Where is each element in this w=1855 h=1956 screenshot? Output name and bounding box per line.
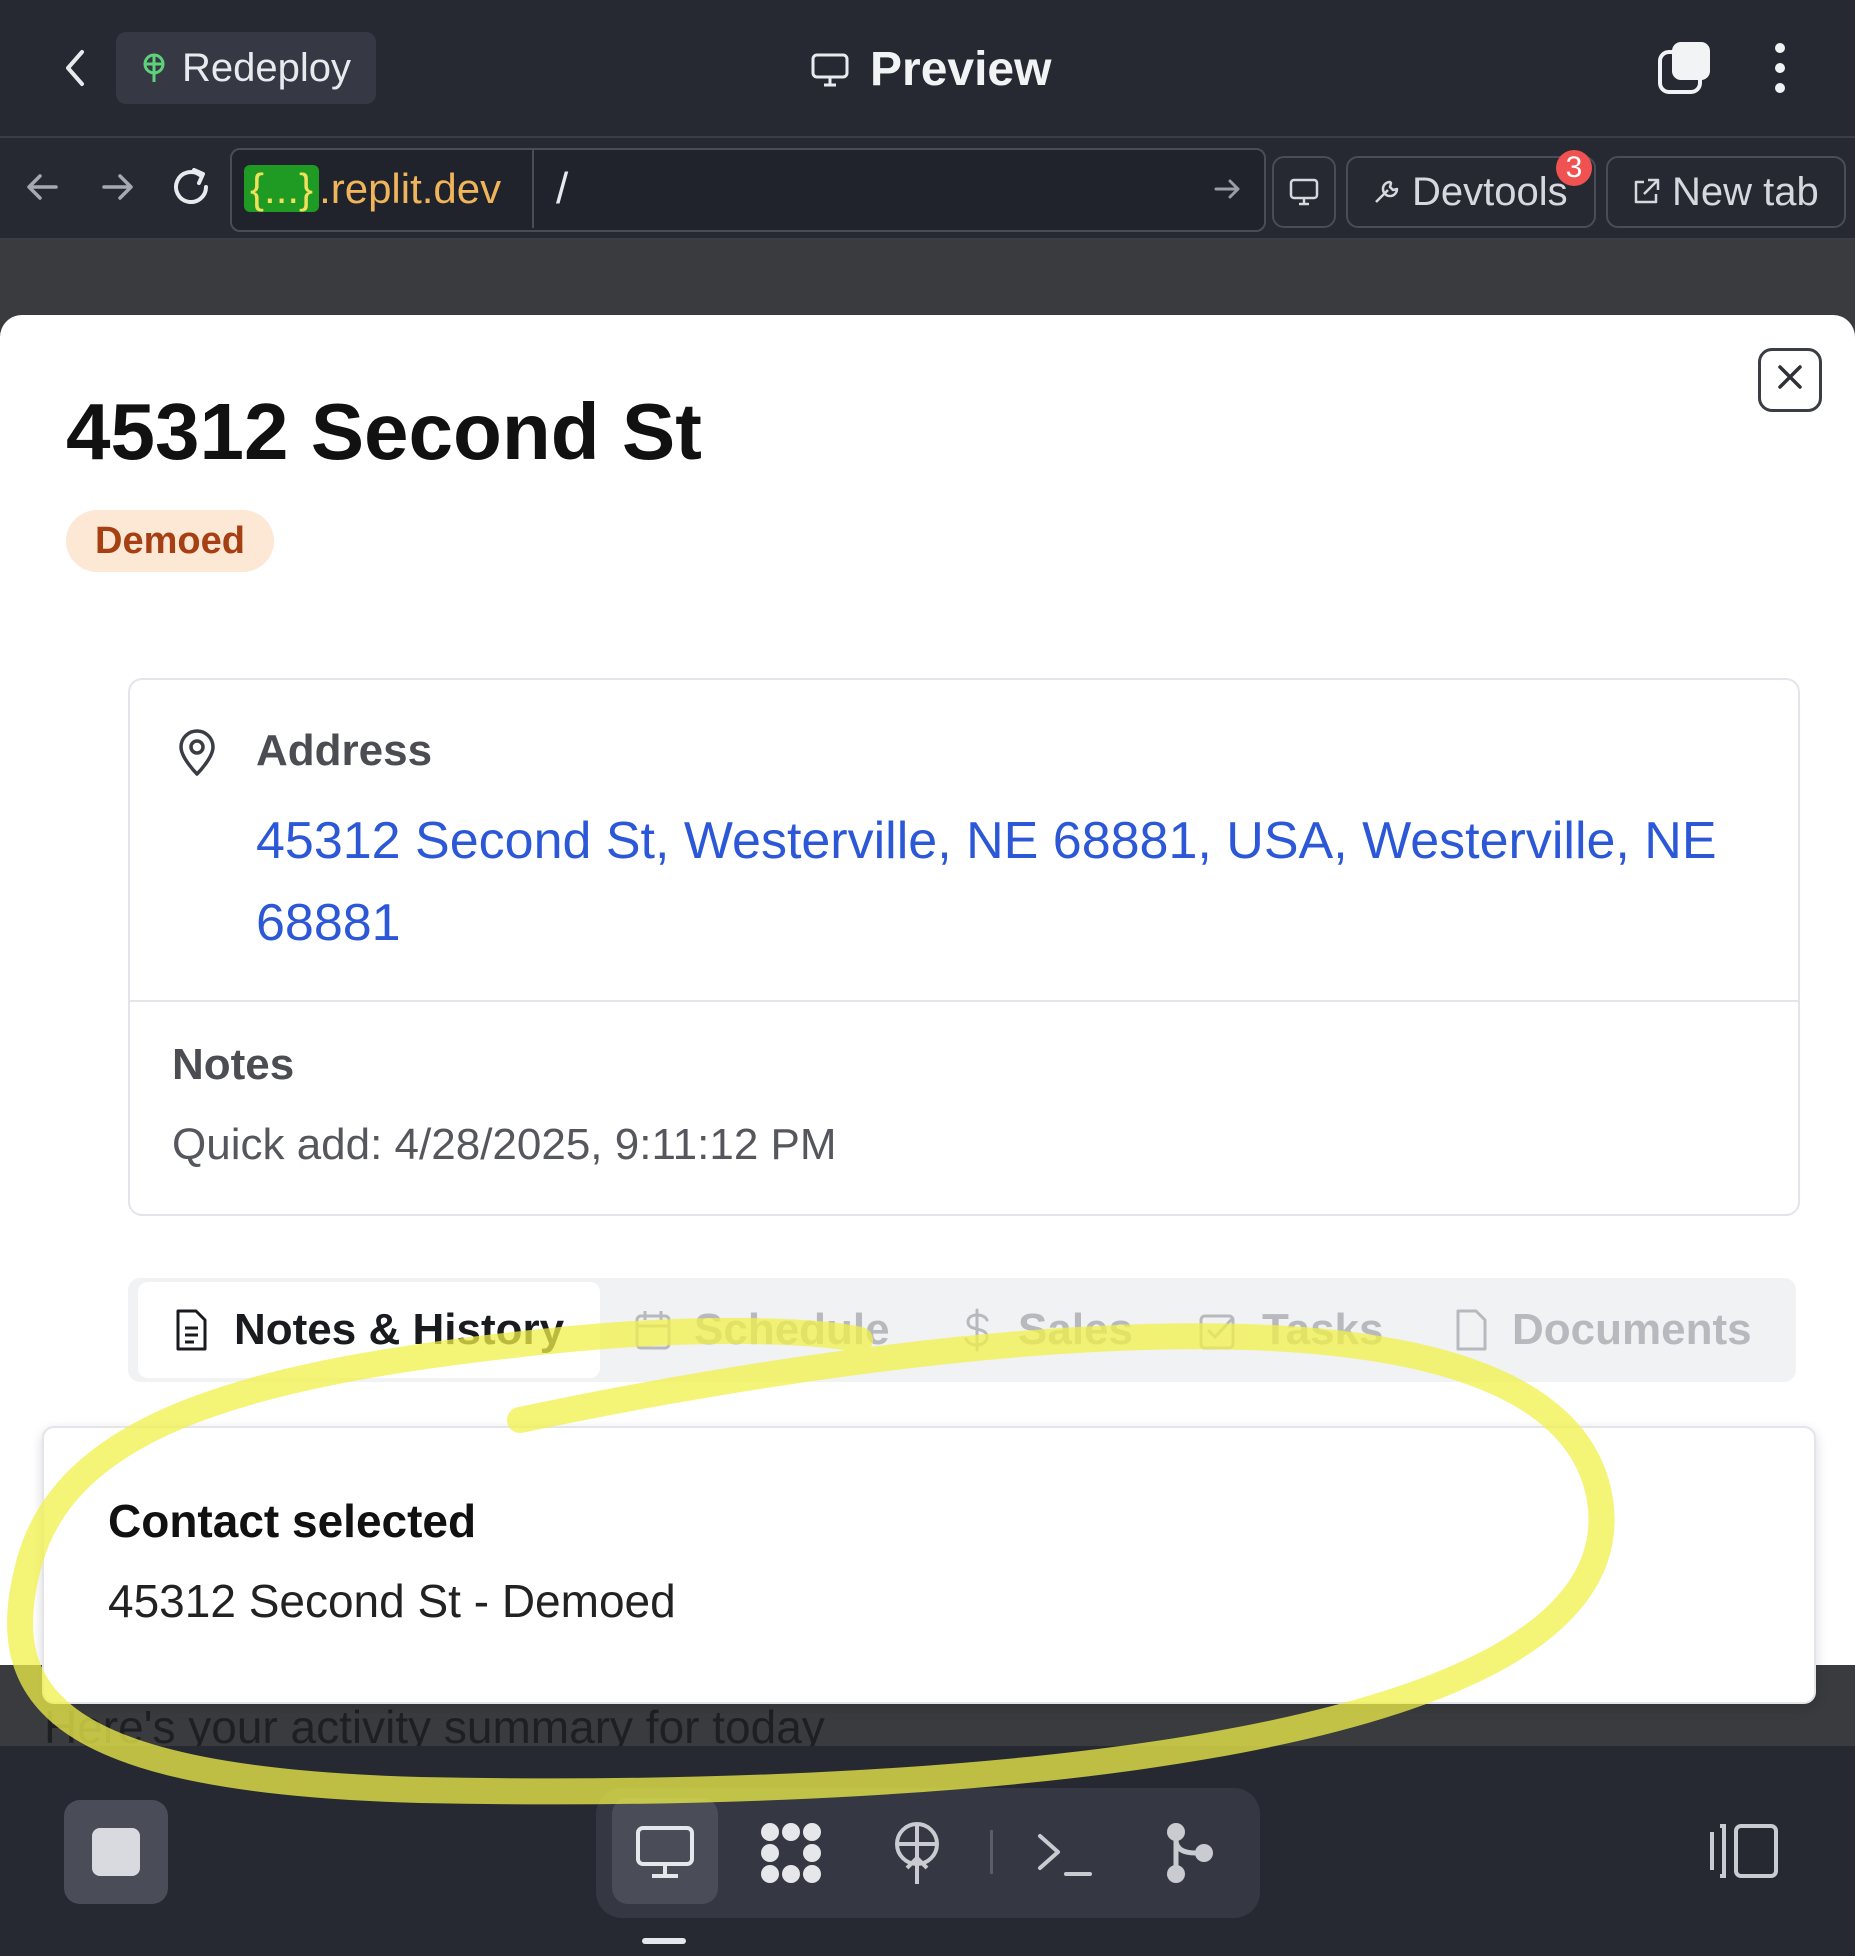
deploy-icon	[143, 53, 165, 82]
devtools-label: Devtools	[1412, 170, 1568, 214]
agent-tool-button[interactable]	[756, 1818, 826, 1888]
back-button[interactable]	[48, 38, 104, 98]
git-branch-icon	[1167, 1823, 1213, 1883]
url-divider	[532, 150, 534, 228]
toast-title: Contact selected	[108, 1495, 477, 1547]
status-badge: Demoed	[66, 510, 274, 572]
new-tab-button[interactable]: New tab	[1606, 156, 1846, 228]
document-icon	[176, 1309, 207, 1351]
dollar-icon	[964, 1308, 989, 1352]
tabs-icon	[1658, 42, 1710, 94]
devtools-error-badge: 3	[1556, 150, 1592, 186]
terminal-icon	[1038, 1834, 1092, 1876]
reload-button[interactable]	[166, 162, 216, 212]
tool-divider	[990, 1830, 993, 1874]
toast-notification	[42, 1426, 1816, 1704]
arrow-left-icon	[27, 174, 58, 200]
panel-layout-icon	[1710, 1824, 1778, 1878]
card-divider	[130, 1000, 1798, 1002]
chevron-left-icon	[66, 50, 84, 86]
redeploy-label: Redeploy	[182, 46, 352, 90]
checkbox-icon	[1199, 1314, 1235, 1350]
tab-notes-history[interactable]: Notes & History	[138, 1282, 600, 1378]
home-indicator	[642, 1938, 686, 1944]
tab-tasks-label: Tasks	[1262, 1305, 1384, 1354]
toast-description: 45312 Second St - Demoed	[108, 1575, 676, 1627]
tab-documents[interactable]: Documents	[1452, 1282, 1782, 1378]
tab-schedule-label: Schedule	[694, 1305, 890, 1354]
close-button[interactable]	[1758, 348, 1822, 412]
preview-tool-button[interactable]	[612, 1798, 718, 1904]
stop-icon	[92, 1828, 140, 1876]
redeploy-button[interactable]: Redeploy	[116, 32, 376, 104]
calendar-icon	[635, 1311, 671, 1350]
tab-notes-history-label: Notes & History	[234, 1305, 565, 1354]
new-tab-label: New tab	[1672, 170, 1819, 214]
url-host-highlight: {...}	[244, 165, 320, 212]
layout-toggle-button[interactable]	[1706, 1818, 1786, 1884]
preview-title-label: Preview	[870, 43, 1052, 96]
agent-icon	[761, 1823, 821, 1883]
deploy-icon	[895, 1822, 939, 1884]
go-arrow-icon[interactable]	[1212, 164, 1242, 227]
wrench-icon	[1375, 180, 1399, 203]
device-preview-button[interactable]	[1272, 156, 1336, 228]
nav-back-button[interactable]	[18, 162, 68, 212]
nav-forward-button[interactable]	[92, 162, 142, 212]
shell-tool-button[interactable]	[1030, 1818, 1100, 1888]
notes-value: Quick add: 4/28/2025, 9:11:12 PM	[172, 1120, 837, 1169]
more-vertical-icon	[1775, 43, 1785, 93]
monitor-icon	[636, 1826, 694, 1878]
reload-icon	[174, 168, 208, 204]
tabs-switcher-button[interactable]	[1656, 40, 1712, 96]
external-link-icon	[1634, 178, 1660, 204]
more-options-button[interactable]	[1760, 40, 1800, 96]
tab-sales[interactable]: Sales	[958, 1282, 1158, 1378]
address-link[interactable]: 45312 Second St, Westerville, NE 68881, …	[256, 800, 1756, 964]
monitor-icon	[811, 53, 849, 87]
deploy-tool-button[interactable]	[882, 1818, 952, 1888]
git-tool-button[interactable]	[1156, 1818, 1226, 1888]
stop-button[interactable]	[64, 1800, 168, 1904]
url-bar[interactable]: {...} .replit.dev /	[230, 148, 1266, 232]
tab-sales-label: Sales	[1018, 1305, 1133, 1354]
url-host: {...} .replit.dev	[244, 160, 501, 218]
notes-label: Notes	[172, 1040, 295, 1089]
map-pin-icon	[179, 729, 215, 776]
page-title: 45312 Second St	[66, 387, 702, 476]
monitor-small-icon	[1289, 178, 1319, 206]
file-icon	[1456, 1309, 1487, 1351]
tab-tasks[interactable]: Tasks	[1198, 1282, 1398, 1378]
tab-schedule[interactable]: Schedule	[634, 1282, 904, 1378]
url-path-input[interactable]: /	[556, 160, 568, 218]
close-icon	[1778, 365, 1802, 389]
tab-documents-label: Documents	[1512, 1305, 1752, 1354]
address-label: Address	[256, 726, 433, 775]
arrow-right-icon	[102, 174, 133, 200]
url-domain: .replit.dev	[319, 165, 502, 212]
